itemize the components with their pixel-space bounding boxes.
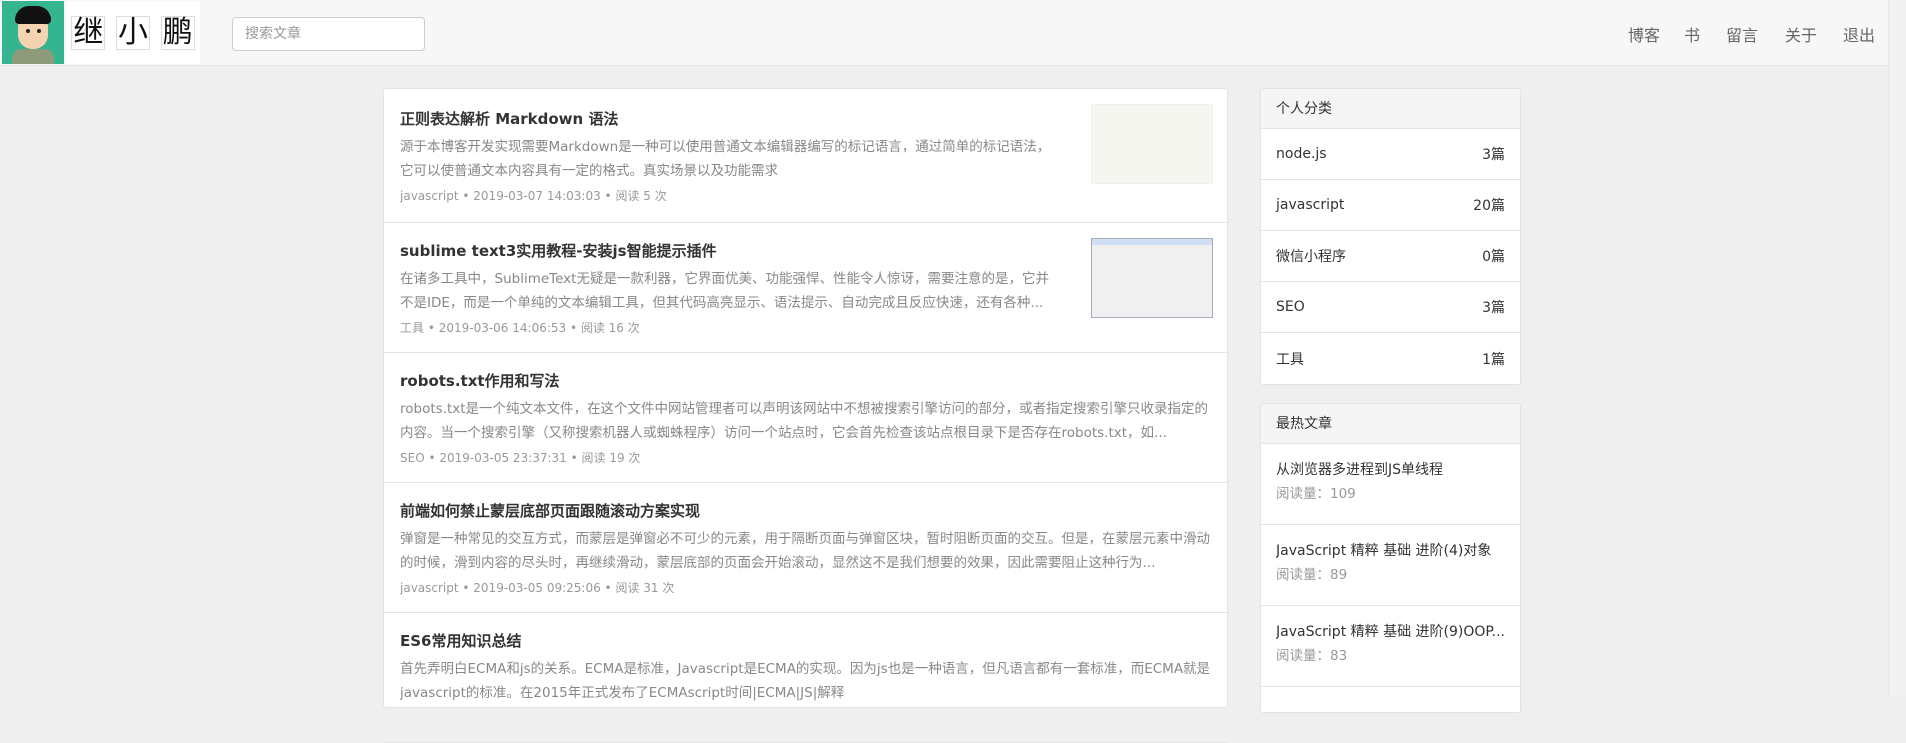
avatar-eye [37,29,41,33]
category-item[interactable]: SEO 3篇 [1261,282,1520,333]
category-item[interactable]: javascript 20篇 [1261,180,1520,231]
site-name-logo[interactable]: 继 小 鹏 [66,1,200,64]
logo-char: 小 [115,14,150,50]
post-title[interactable]: ES6常用知识总结 [400,631,1211,651]
categories-title: 个人分类 [1261,89,1520,129]
post-thumbnail[interactable] [1091,104,1213,184]
search-input[interactable] [232,17,425,51]
category-name: SEO [1276,299,1305,315]
category-count: 3篇 [1482,300,1505,316]
category-count: 1篇 [1482,351,1505,368]
hot-post-title: JavaScript 精粹 基础 进阶(4)对象 [1276,543,1492,559]
post-summary: robots.txt是一个纯文本文件，在这个文件中网站管理者可以声明该网站中不想… [400,401,1209,441]
post-item[interactable]: ES6常用知识总结 首先弄明白ECMA和js的关系。ECMA是标准，Javasc… [384,613,1227,743]
page-scrollbar[interactable] [1888,0,1906,697]
category-count: 3篇 [1482,147,1505,163]
category-item[interactable]: 微信小程序 0篇 [1261,231,1520,282]
nav-books[interactable]: 书 [1684,22,1700,46]
post-summary: 源于本博客开发实现需要Markdown是一种可以使用普通文本编辑器编写的标记语言… [400,139,1051,179]
logo-char: 继 [71,14,106,50]
nav-about[interactable]: 关于 [1785,22,1817,46]
category-name: 工具 [1276,351,1304,368]
avatar-hair [15,6,51,24]
post-title[interactable]: robots.txt作用和写法 [400,371,1211,391]
post-thumbnail[interactable] [1091,238,1213,318]
top-header: 继 小 鹏 博客 书 留言 关于 退出 [0,0,1888,66]
hot-post-title: 从浏览器多进程到JS单线程 [1276,462,1444,478]
category-name: node.js [1276,146,1327,162]
categories-panel: 个人分类 node.js 3篇 javascript 20篇 微信小程序 0篇 SEO… [1260,88,1521,385]
hot-post-reads: 阅读量：89 [1276,567,1348,583]
post-summary: 在诸多工具中，SublimeText无疑是一款利器，它界面优美、功能强悍、性能令… [400,271,1049,311]
avatar-eye [26,29,30,33]
avatar-logo[interactable] [2,1,64,64]
avatar-body [12,49,54,64]
hot-post-item[interactable]: JavaScript 精粹 基础 进阶(4)对象 阅读量：89 [1261,525,1520,606]
post-item[interactable]: 正则表达解析 Markdown 语法 源于本博客开发实现需要Markdown是一… [384,89,1227,223]
thumbnail-titlebar [1092,239,1212,245]
post-item[interactable]: robots.txt作用和写法 robots.txt是一个纯文本文件，在这个文件… [384,353,1227,483]
category-name: 微信小程序 [1276,249,1346,265]
hot-post-reads: 阅读量：83 [1276,648,1348,664]
nav-blog[interactable]: 博客 [1628,22,1660,46]
post-title[interactable]: sublime text3实用教程-安装js智能提示插件 [400,241,1061,261]
hot-post-item[interactable]: 从浏览器多进程到JS单线程 阅读量：109 [1261,444,1520,525]
nav-logout[interactable]: 退出 [1843,22,1875,46]
post-meta: SEO • 2019-03-05 23:37:31 • 阅读 19 次 [400,451,641,465]
post-title[interactable]: 前端如何禁止蒙层底部页面跟随滚动方案实现 [400,501,1211,521]
hot-post-title: JavaScript 精粹 基础 进阶(9)OOP... [1276,624,1505,640]
category-item[interactable]: node.js 3篇 [1261,129,1520,180]
hot-posts-title: 最热文章 [1261,404,1520,444]
category-item[interactable]: 工具 1篇 [1261,333,1520,384]
post-list: 正则表达解析 Markdown 语法 源于本博客开发实现需要Markdown是一… [383,88,1228,743]
category-count: 20篇 [1473,198,1505,214]
post-meta: javascript • 2019-03-05 09:25:06 • 阅读 31… [400,581,675,595]
category-count: 0篇 [1482,249,1505,265]
post-meta: javascript • 2019-03-07 14:03:03 • 阅读 5 … [400,189,667,203]
post-summary: 首先弄明白ECMA和js的关系。ECMA是标准，Javascript是ECMA的… [400,661,1211,701]
hot-posts-panel: 最热文章 从浏览器多进程到JS单线程 阅读量：109 JavaScript 精粹 … [1260,403,1521,713]
post-summary: 弹窗是一种常见的交互方式，而蒙层是弹窗必不可少的元素，用于隔断页面与弹窗区块，暂… [400,531,1210,571]
hot-post-reads: 阅读量：109 [1276,486,1356,502]
logo-char: 鹏 [160,14,195,50]
post-title[interactable]: 正则表达解析 Markdown 语法 [400,109,1061,129]
post-item[interactable]: 前端如何禁止蒙层底部页面跟随滚动方案实现 弹窗是一种常见的交互方式，而蒙层是弹窗… [384,483,1227,613]
hot-post-item[interactable]: JavaScript 精粹 基础 进阶(9)OOP... 阅读量：83 [1261,606,1520,687]
post-meta: 工具 • 2019-03-06 14:06:53 • 阅读 16 次 [400,321,640,335]
post-item[interactable]: sublime text3实用教程-安装js智能提示插件 在诸多工具中，Subl… [384,223,1227,353]
category-name: javascript [1276,197,1345,213]
nav-messages[interactable]: 留言 [1726,22,1758,46]
